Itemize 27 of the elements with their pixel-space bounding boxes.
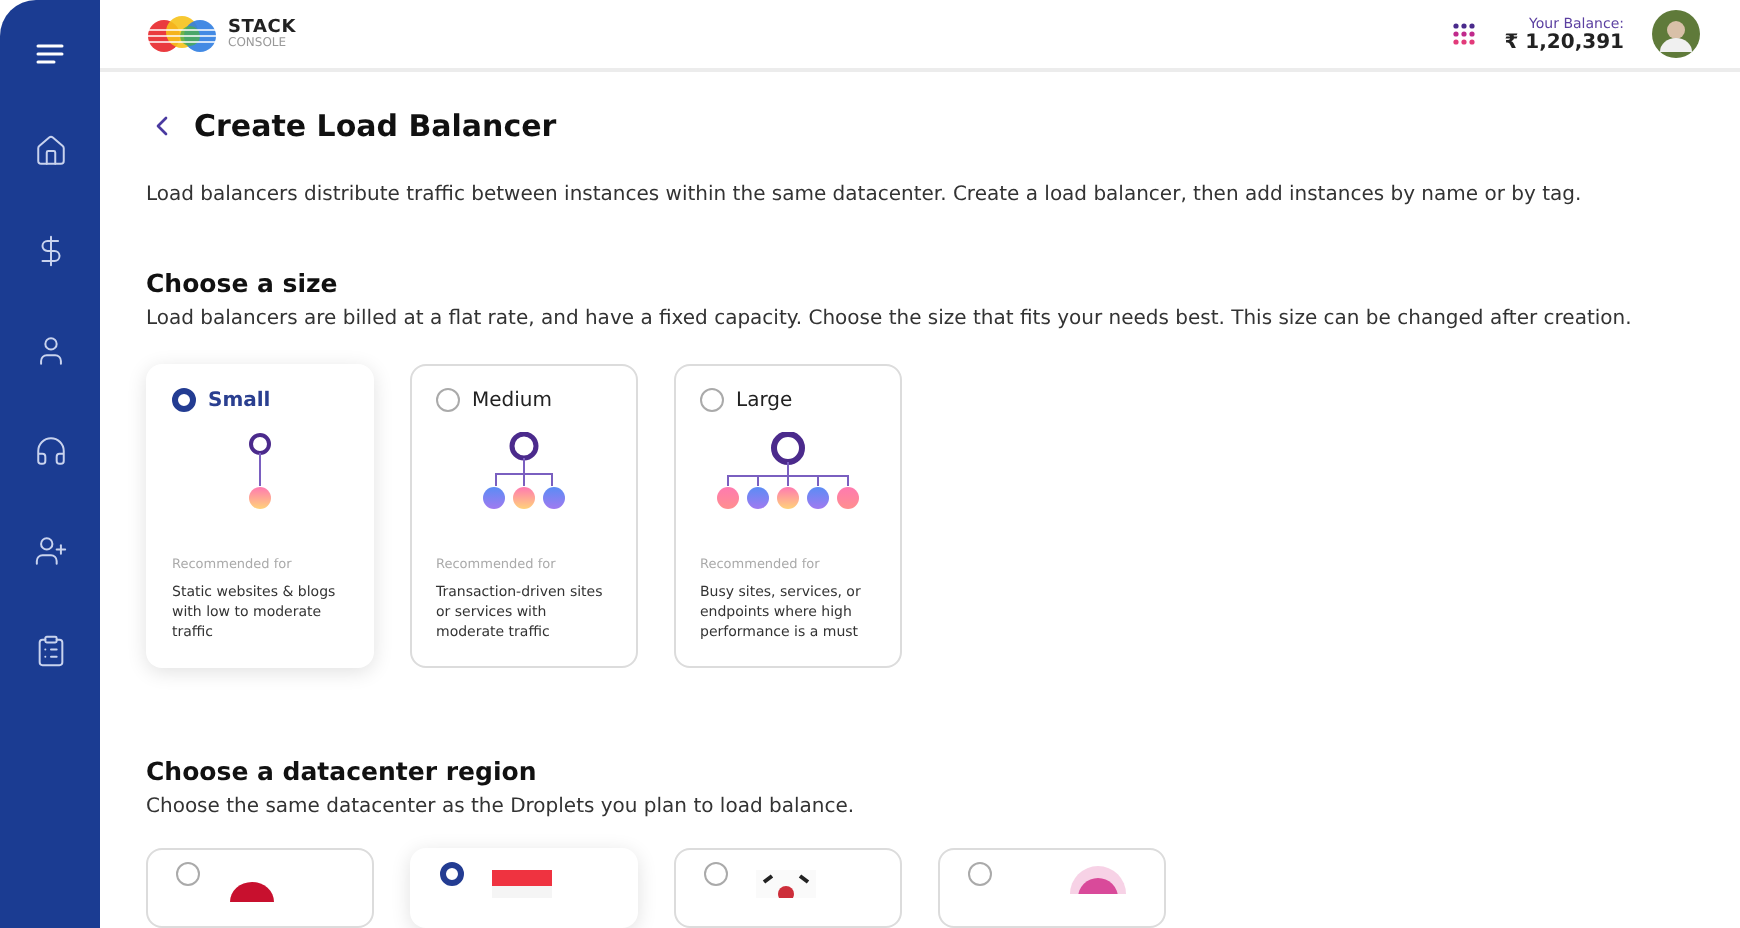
brand-name: STACK (228, 19, 296, 37)
flag-icon (1068, 862, 1128, 894)
size-option[interactable]: Small (172, 388, 348, 412)
page-title: Create Load Balancer (194, 108, 557, 144)
radio-button[interactable] (700, 388, 724, 412)
radio-button[interactable] (440, 862, 464, 886)
node-diagram-drawing (478, 432, 570, 512)
flag-icon (492, 870, 552, 898)
radio-button[interactable] (176, 862, 200, 886)
avatar-icon[interactable] (1652, 10, 1700, 58)
size-option[interactable]: Medium (436, 388, 612, 412)
balance-amount: ₹ 1,20,391 (1504, 31, 1624, 53)
radio-button[interactable] (968, 862, 992, 886)
logo-icon (144, 14, 220, 54)
intro-text: Load balancers distribute traffic between instances within the same datacenter. Create a load balancer, then add instances by name or by tag. (146, 184, 1584, 206)
radio-button[interactable] (172, 388, 196, 412)
radio-button[interactable] (436, 388, 460, 412)
radio-button[interactable] (704, 862, 728, 886)
size-option[interactable]: Large (700, 388, 876, 412)
node-diagram-drawing (246, 432, 274, 512)
section-title: Choose a datacenter region (146, 756, 539, 786)
region-card[interactable] (938, 848, 1166, 928)
section-description: Choose the same datacenter as the Droplets you plan to load balance. (146, 796, 857, 818)
apps-grid-icon[interactable] (1452, 22, 1477, 46)
region-card[interactable] (146, 848, 374, 928)
section-description: Load balancers are billed at a flat rate, and have a fixed capacity. Choose the size that fits your needs best. This size can be changed after creation. (146, 308, 1634, 330)
section-title: Choose a size (146, 268, 340, 298)
